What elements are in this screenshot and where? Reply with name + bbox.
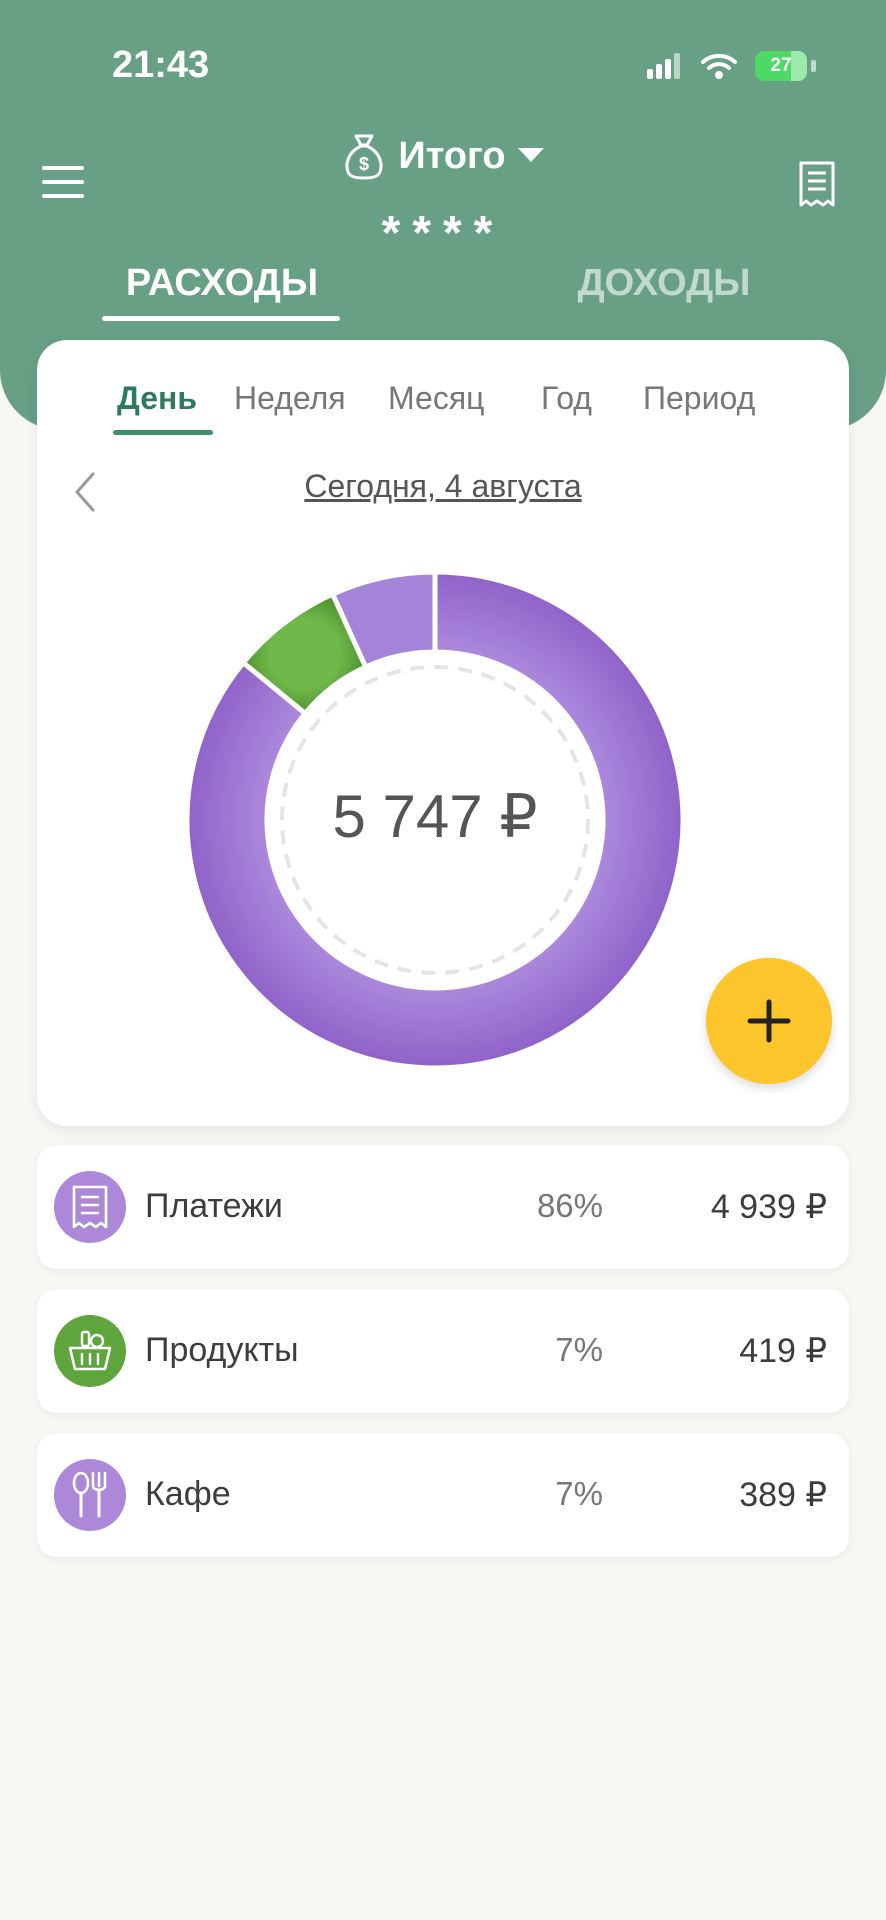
grocery-basket-icon	[54, 1315, 126, 1387]
tab-active-indicator	[102, 316, 340, 321]
chevron-down-icon	[517, 148, 544, 162]
receipt-icon[interactable]	[798, 160, 836, 208]
cellular-signal-icon	[647, 53, 680, 79]
category-row-groceries[interactable]: Продукты 7% 419 ₽	[37, 1289, 849, 1413]
period-month[interactable]: Месяц	[388, 380, 484, 417]
category-amount: 419 ₽	[739, 1332, 827, 1370]
plus-icon	[747, 999, 791, 1043]
battery-indicator: 27	[755, 51, 807, 81]
money-bag-icon: $	[345, 134, 383, 180]
status-time: 21:43	[112, 44, 210, 86]
wifi-icon	[701, 53, 737, 79]
category-row-cafe[interactable]: Кафе 7% 389 ₽	[37, 1433, 849, 1557]
cutlery-icon	[54, 1459, 126, 1531]
battery-cap	[811, 60, 816, 72]
period-day[interactable]: День	[117, 380, 197, 417]
category-percent: 7%	[555, 1475, 603, 1512]
category-amount: 4 939 ₽	[710, 1188, 827, 1226]
receipt-icon	[54, 1171, 126, 1243]
tab-income[interactable]: ДОХОДЫ	[550, 262, 778, 305]
account-selector[interactable]: $ Итого	[0, 132, 886, 180]
period-week[interactable]: Неделя	[234, 380, 346, 417]
tab-expenses[interactable]: РАСХОДЫ	[102, 262, 342, 305]
balance-masked: ****	[381, 207, 505, 260]
period-custom[interactable]: Период	[643, 380, 755, 417]
category-percent: 7%	[555, 1331, 603, 1368]
svg-text:$: $	[359, 154, 369, 174]
period-year[interactable]: Год	[541, 380, 592, 417]
battery-level: 27	[770, 55, 792, 76]
category-name: Платежи	[145, 1187, 283, 1225]
status-icons: 27	[647, 46, 816, 86]
category-name: Кафе	[145, 1475, 231, 1513]
total-amount: 5 747 ₽	[332, 783, 538, 850]
category-name: Продукты	[145, 1331, 299, 1369]
period-active-indicator	[113, 430, 213, 435]
category-amount: 389 ₽	[739, 1476, 827, 1514]
category-row-payments[interactable]: Платежи 86% 4 939 ₽	[37, 1145, 849, 1269]
add-expense-button[interactable]	[706, 958, 832, 1084]
category-percent: 86%	[536, 1187, 603, 1224]
date-label[interactable]: Сегодня, 4 августа	[37, 468, 849, 505]
account-name: Итого	[398, 134, 506, 177]
